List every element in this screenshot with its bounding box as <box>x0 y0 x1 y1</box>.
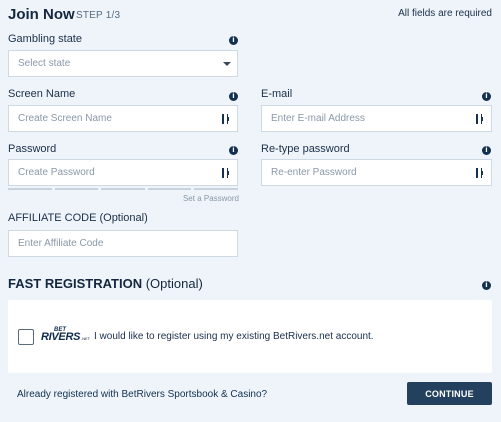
fast-registration-title-optional: (Optional) <box>142 276 203 291</box>
info-icon[interactable]: i <box>229 36 238 45</box>
password-manager-icon[interactable] <box>475 113 485 125</box>
password-placeholder: Create Password <box>18 167 95 178</box>
betrivers-register-label[interactable]: I would like to register using my existi… <box>94 331 374 342</box>
password-manager-icon[interactable] <box>475 167 485 179</box>
info-icon[interactable]: i <box>229 146 238 155</box>
strength-segment <box>8 188 52 190</box>
info-icon[interactable]: i <box>482 146 491 155</box>
strength-segment <box>101 188 145 190</box>
strength-segment <box>194 188 238 190</box>
info-icon[interactable]: i <box>482 92 491 101</box>
password-strength-meter <box>8 188 238 190</box>
fast-registration-title: FAST REGISTRATION (Optional) <box>8 276 203 291</box>
continue-button[interactable]: CONTINUE <box>407 382 492 405</box>
password-label: Password <box>8 143 57 155</box>
email-placeholder: Enter E-mail Address <box>271 113 365 124</box>
logo-rivers-text: RIVERS <box>41 330 81 343</box>
page-title: Join Now <box>8 6 75 23</box>
password-strength-label: Set a Password <box>182 194 239 203</box>
gambling-state-placeholder: Select state <box>18 58 71 69</box>
screen-name-field[interactable]: Create Screen Name <box>8 105 238 132</box>
password-manager-icon[interactable] <box>221 167 231 179</box>
logo-net-text: .NET <box>81 335 91 341</box>
chevron-down-icon <box>223 61 231 66</box>
gambling-state-select[interactable]: Select state <box>8 50 238 77</box>
strength-segment <box>54 188 99 190</box>
strength-segment <box>147 188 192 190</box>
password-field[interactable]: Create Password <box>8 159 238 186</box>
betrivers-logo: BET RIVERS .NET <box>40 327 90 347</box>
gambling-state-label: Gambling state <box>8 33 82 45</box>
affiliate-code-label: AFFILIATE CODE (Optional) <box>8 212 148 224</box>
password-manager-icon[interactable] <box>221 113 231 125</box>
info-icon[interactable]: i <box>482 281 491 290</box>
email-label: E-mail <box>261 88 293 100</box>
info-icon[interactable]: i <box>229 92 238 101</box>
fast-registration-box: BET RIVERS .NET I would like to register… <box>8 300 492 373</box>
betrivers-register-checkbox[interactable] <box>18 328 34 345</box>
fast-registration-title-bold: FAST REGISTRATION <box>8 276 143 291</box>
affiliate-code-field[interactable]: Enter Affiliate Code <box>8 230 238 257</box>
required-note: All fields are required <box>398 8 492 19</box>
retype-password-label: Re-type password <box>261 143 350 155</box>
retype-password-field[interactable]: Re-enter Password <box>261 159 492 186</box>
retype-password-placeholder: Re-enter Password <box>271 167 357 178</box>
affiliate-code-placeholder: Enter Affiliate Code <box>18 238 104 249</box>
screen-name-label: Screen Name <box>8 88 76 100</box>
step-indicator: STEP 1/3 <box>76 10 121 21</box>
already-registered-link[interactable]: Already registered with BetRivers Sports… <box>17 389 267 400</box>
email-field[interactable]: Enter E-mail Address <box>261 105 492 132</box>
screen-name-placeholder: Create Screen Name <box>18 113 112 124</box>
